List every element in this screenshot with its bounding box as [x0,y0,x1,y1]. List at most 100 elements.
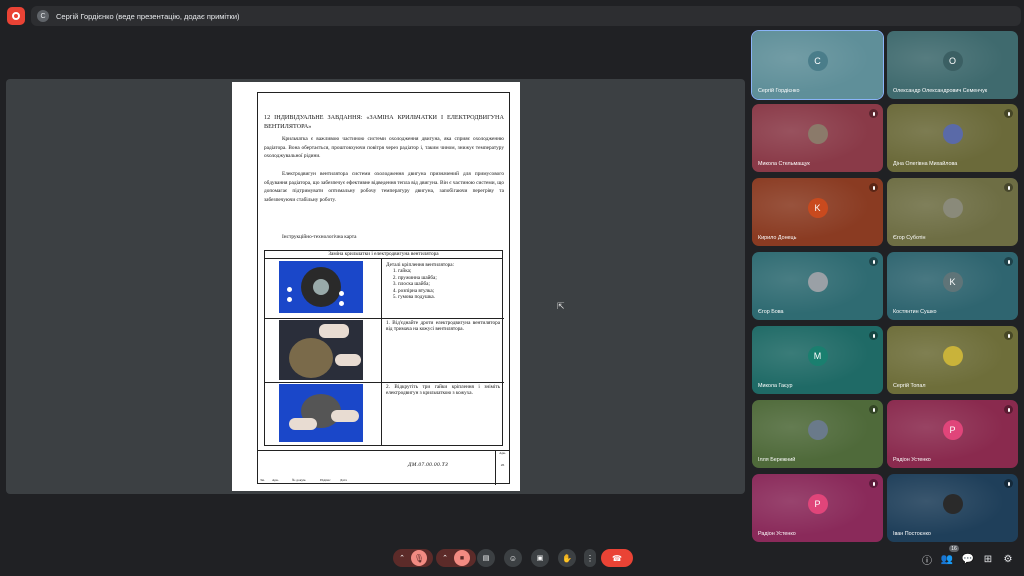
more-vert-icon: ⋮ [586,553,594,563]
participant-tile[interactable]: Ілля Бережний [752,400,883,468]
document-paragraph-1: Крильчатка є важливою частиною системи о… [264,136,504,160]
participant-name: Микола Стельмащук [758,161,810,167]
mic-options-chevron-icon[interactable]: ⌃ [399,554,405,562]
title-block-cell: № докум. [292,478,307,482]
raise-hand-button[interactable]: ✋ [558,549,576,567]
captions-icon: ▤ [482,555,490,562]
participant-tile[interactable]: Микола Стельмащук [752,104,883,172]
table-divider [381,259,382,446]
participant-avatar [942,493,963,514]
title-block-cell: Підпис [320,478,331,482]
participant-avatar: P [807,493,828,514]
document-code: ДМ.07.00.00.ТЗ [408,462,449,468]
sheet-number: 26 [500,463,505,467]
presenter-avatar: С [37,10,49,22]
participant-count-badge: 16 [949,545,959,552]
camera-control-group: ⌃ ■ [436,549,476,567]
participant-name: Костянтин Сушко [893,309,937,315]
participant-avatar: P [942,419,963,440]
participant-avatar [942,197,963,218]
fan-wires-photo [279,320,363,380]
muted-mic-icon [1004,331,1013,340]
muted-mic-icon [1004,109,1013,118]
camera-off-icon[interactable]: ■ [453,550,470,566]
emoji-icon: ☺ [508,553,518,563]
participant-name: Кирило Донець [758,235,797,241]
table-row [265,382,504,383]
participant-avatar [942,345,963,366]
participant-tile[interactable]: Єгор Бова [752,252,883,320]
emoji-button[interactable]: ☺ [504,549,522,567]
participant-tile[interactable]: K Костянтин Сушко [887,252,1018,320]
participant-name: Радіон Устенко [893,457,931,463]
participant-tile[interactable]: Іван Постоєнко [887,474,1018,542]
sheet-number-box: Арк. 26 [495,451,509,485]
muted-mic-icon [869,257,878,266]
record-icon [12,12,20,20]
participant-name: Олександр Олександрович Семенчук [893,88,988,94]
participant-avatar: О [942,50,963,71]
title-block-cells: Зм. Арк. № докум. Підпис Дата [258,451,358,485]
muted-mic-icon [1004,479,1013,488]
muted-mic-icon [1004,405,1013,414]
camera-options-chevron-icon[interactable]: ⌃ [442,554,448,562]
host-controls-icon[interactable]: ⚙ [1002,553,1014,565]
people-icon[interactable]: 👥 [941,553,953,565]
info-icon[interactable]: ⓘ [921,553,933,567]
participant-tile[interactable]: P Радіон Устенко [752,474,883,542]
sheet-label: Арк. [499,451,506,455]
captions-button[interactable]: ▤ [477,549,495,567]
list-item: гумова подушка. [398,294,500,300]
recording-indicator[interactable] [7,7,25,25]
title-block-cell: Дата [340,478,347,482]
participant-avatar: K [942,271,963,292]
hand-icon: ✋ [562,553,572,563]
mic-off-icon[interactable]: 🎙 [410,550,427,566]
participant-tile[interactable]: K Кирило Донець [752,178,883,246]
end-call-icon: ☎ [612,553,622,563]
participant-name: Микола Гаєур [758,383,793,389]
participant-tile[interactable]: Єгор Суботін [887,178,1018,246]
step-1-text: Деталі кріплення вентилятора: гайка; пру… [386,262,500,300]
participant-tile[interactable]: P Радіон Устенко [887,400,1018,468]
muted-mic-icon [869,183,878,192]
fan-nuts-photo [279,384,363,442]
table-header: Заміна крильчатки і електродвигуна венти… [265,251,502,259]
title-block-cell: Зм. [260,478,265,482]
end-call-button[interactable]: ☎ [601,549,633,567]
participant-tile[interactable]: С Сергій Гордієнко [751,30,884,100]
participant-name: Радіон Устенко [758,531,796,537]
step-1-list: гайка; пружинна шайба; плоска шайба; роз… [386,268,500,300]
title-block: Зм. Арк. № докум. Підпис Дата ДМ.07.00.0… [258,450,509,485]
participant-name: Єгор Бова [758,309,784,315]
step-3-text: 2. Відкрутіть три гайки кріплення і знім… [386,384,500,397]
participant-avatar [807,271,828,292]
muted-mic-icon [869,331,878,340]
mouse-cursor-icon: ⇱ [557,301,565,311]
fan-parts-photo [279,261,363,313]
more-options-button[interactable]: ⋮ [584,549,596,567]
participant-name: Діна Олегівна Михайлова [893,161,958,167]
presenter-bar: С Сергій Гордієнко (веде презентацію, до… [31,6,1021,26]
table-row [265,318,504,319]
participant-tile[interactable]: Сергій Топал [887,326,1018,394]
participant-name: Сергій Гордієнко [758,88,800,94]
card-title: Інструкційно-технологічна карта [282,234,357,240]
participant-name: Ілля Бережний [758,457,796,463]
participant-name: Іван Постоєнко [893,531,931,537]
participant-avatar: K [807,197,828,218]
document-paragraph-2: Електродвигун вентилятора системи охолод… [264,171,504,203]
present-button[interactable]: ▣ [531,549,549,567]
chat-icon[interactable]: 💬 [962,553,974,565]
participant-tile[interactable]: M Микола Гаєур [752,326,883,394]
participant-tile[interactable]: Діна Олегівна Михайлова [887,104,1018,172]
instruction-table: Заміна крильчатки і електродвигуна венти… [264,250,504,446]
document-title: 12 ІНДИВІДУАЛЬНЕ ЗАВДАННЯ: «ЗАМІНА КРИЛЬ… [264,114,504,130]
meet-window: С Сергій Гордієнко (веде презентацію, до… [0,0,1024,576]
activities-icon[interactable]: ⊞ [982,553,994,565]
mic-control-group: ⌃ 🎙 [393,549,433,567]
muted-mic-icon [869,479,878,488]
muted-mic-icon [1004,257,1013,266]
participant-name: Єгор Суботін [893,235,926,241]
participant-tile[interactable]: О Олександр Олександрович Семенчук [887,31,1018,99]
